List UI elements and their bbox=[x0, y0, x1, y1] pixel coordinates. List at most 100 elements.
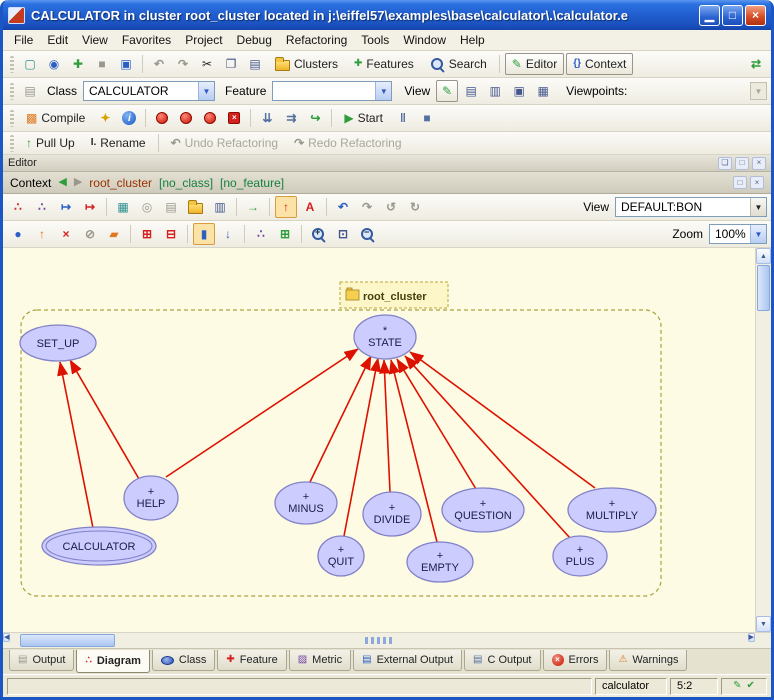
features-button[interactable]: ✚Features bbox=[347, 53, 421, 75]
new-window-button[interactable]: ▢ bbox=[19, 53, 41, 75]
menu-tools[interactable]: Tools bbox=[354, 31, 396, 49]
feature-combobox[interactable]: ▼ bbox=[272, 81, 392, 101]
menu-help[interactable]: Help bbox=[453, 31, 492, 49]
toolbar-grip[interactable] bbox=[10, 110, 14, 127]
diagram-history-forward-button[interactable]: ↻ bbox=[404, 196, 426, 218]
editor-toggle-button[interactable]: ✎Editor bbox=[505, 53, 564, 75]
pane-maximize-button[interactable]: □ bbox=[735, 157, 749, 170]
titlebar[interactable]: CALCULATOR in cluster root_cluster locat… bbox=[3, 0, 771, 30]
open-project-button[interactable]: ◉ bbox=[43, 53, 65, 75]
save-button[interactable]: ■ bbox=[91, 53, 113, 75]
rename-button[interactable]: I.Rename bbox=[84, 132, 153, 154]
menu-debug[interactable]: Debug bbox=[230, 31, 279, 49]
sort-button[interactable]: ↓ bbox=[217, 223, 239, 245]
diagram-go-button[interactable]: → bbox=[242, 196, 264, 218]
debug-stop-button[interactable]: × bbox=[223, 107, 245, 129]
tab-external-output[interactable]: ▤External Output bbox=[353, 650, 462, 671]
debug-run-new-button[interactable] bbox=[175, 107, 197, 129]
redo-button[interactable]: ↷ bbox=[172, 53, 194, 75]
vertical-scrollbar[interactable]: ▲ ▼ bbox=[755, 248, 771, 632]
inheritance-arrow[interactable] bbox=[384, 360, 390, 492]
clusters-button[interactable]: Clusters bbox=[268, 53, 345, 75]
zoom-in-button[interactable]: + bbox=[307, 223, 330, 245]
diagram-view-combobox[interactable]: DEFAULT:BON ▼ bbox=[615, 197, 767, 217]
view-interface-button[interactable]: ▣ bbox=[508, 80, 530, 102]
diagram-canvas[interactable]: SET_UP*STATE+HELPCALCULATOR+MINUS+QUIT+D… bbox=[3, 248, 755, 632]
context-toggle-button[interactable]: {}Context bbox=[566, 53, 633, 75]
scroll-left-button[interactable]: ◀ bbox=[3, 633, 10, 642]
diagram-text-tool[interactable]: A bbox=[299, 196, 321, 218]
class-bubble-question[interactable]: +QUESTION bbox=[442, 488, 524, 532]
relations-button[interactable]: ∴ bbox=[250, 223, 272, 245]
diagram-print-button[interactable]: ▤ bbox=[160, 196, 182, 218]
debug-run-button[interactable] bbox=[151, 107, 173, 129]
menu-view[interactable]: View bbox=[75, 31, 115, 49]
menu-refactoring[interactable]: Refactoring bbox=[279, 31, 354, 49]
menu-favorites[interactable]: Favorites bbox=[115, 31, 178, 49]
delete-button[interactable]: × bbox=[55, 223, 77, 245]
pause-button[interactable]: ‖ bbox=[392, 107, 414, 129]
diagram-redo-button[interactable]: ↷ bbox=[356, 196, 378, 218]
tab-c-output[interactable]: ▤C Output bbox=[464, 650, 540, 671]
class-bubble-plus[interactable]: +PLUS bbox=[553, 536, 607, 576]
vertical-scroll-track[interactable] bbox=[756, 264, 771, 616]
stop-button[interactable]: ■ bbox=[416, 107, 438, 129]
cut-button[interactable]: ✂ bbox=[196, 53, 218, 75]
menu-project[interactable]: Project bbox=[178, 31, 229, 49]
scroll-down-button[interactable]: ▼ bbox=[756, 616, 771, 632]
scroll-up-button[interactable]: ▲ bbox=[756, 248, 771, 264]
undo-refactoring-button[interactable]: ↶Undo Refactoring bbox=[164, 132, 285, 154]
step-over-button[interactable]: ⇉ bbox=[280, 107, 302, 129]
force-layout-button[interactable]: ● bbox=[7, 223, 29, 245]
remove-depth-button[interactable]: ⊟ bbox=[160, 223, 182, 245]
class-bubble-minus[interactable]: +MINUS bbox=[275, 482, 337, 524]
class-bubble-multiply[interactable]: +MULTIPLY bbox=[568, 488, 656, 532]
debug-ignore-button[interactable] bbox=[199, 107, 221, 129]
inheritance-link-tool[interactable]: ↦ bbox=[79, 196, 101, 218]
scroll-right-button[interactable]: ▶ bbox=[748, 633, 755, 642]
chevron-down-icon[interactable]: ▼ bbox=[198, 82, 214, 100]
anchor-button[interactable]: ⊘ bbox=[79, 223, 101, 245]
nav-back-button[interactable]: ◀ bbox=[58, 177, 66, 188]
profile-switch-button[interactable]: ⇄ bbox=[745, 53, 767, 75]
inheritance-arrow[interactable] bbox=[410, 352, 595, 488]
toolbar-grip[interactable] bbox=[10, 83, 14, 100]
chevron-down-icon[interactable]: ▼ bbox=[750, 225, 766, 243]
zoom-out-button[interactable]: − bbox=[356, 223, 379, 245]
view-flatshort-button[interactable]: ▦ bbox=[532, 80, 554, 102]
vertical-scroll-thumb[interactable] bbox=[757, 265, 770, 311]
toolbar-grip[interactable] bbox=[10, 56, 14, 73]
class-bubble-quit[interactable]: +QUIT bbox=[318, 536, 364, 576]
step-out-button[interactable]: ↪ bbox=[304, 107, 326, 129]
pane-float-button[interactable]: ❏ bbox=[718, 157, 732, 170]
chevron-down-icon[interactable]: ▼ bbox=[750, 198, 766, 216]
compile-button[interactable]: ▩Compile bbox=[19, 107, 92, 129]
diagram-up-level-button[interactable]: ↑ bbox=[275, 196, 297, 218]
fit-to-window-button[interactable]: ⊡ bbox=[332, 223, 354, 245]
bon-diagram[interactable]: SET_UP*STATE+HELPCALCULATOR+MINUS+QUIT+D… bbox=[3, 248, 755, 632]
pane-close-button[interactable]: × bbox=[752, 157, 766, 170]
add-item-button[interactable]: ✚ bbox=[67, 53, 89, 75]
menu-window[interactable]: Window bbox=[396, 31, 453, 49]
diagram-folder-button[interactable] bbox=[184, 196, 207, 218]
horizontal-scrollbar[interactable]: ◀ ▶ bbox=[3, 632, 755, 648]
start-button[interactable]: ▶Start bbox=[337, 107, 390, 129]
inheritance-arrow[interactable] bbox=[60, 362, 93, 528]
copy-button[interactable]: ❐ bbox=[220, 53, 242, 75]
inheritance-arrow[interactable] bbox=[166, 349, 358, 477]
diagram-grid-button[interactable]: ▥ bbox=[209, 196, 231, 218]
external-editor-button[interactable]: ▤ bbox=[19, 80, 41, 102]
maximize-button[interactable]: □ bbox=[722, 5, 743, 26]
class-bubble-divide[interactable]: +DIVIDE bbox=[363, 492, 421, 536]
new-class-tool[interactable]: ∴ bbox=[7, 196, 29, 218]
tab-errors[interactable]: ×Errors bbox=[543, 650, 608, 671]
paste-button[interactable]: ▤ bbox=[244, 53, 266, 75]
undo-button[interactable]: ↶ bbox=[148, 53, 170, 75]
pane-close-button[interactable]: × bbox=[750, 176, 764, 189]
client-link-tool[interactable]: ↦ bbox=[55, 196, 77, 218]
save-all-button[interactable]: ▣ bbox=[115, 53, 137, 75]
diagram-undo-button[interactable]: ↶ bbox=[332, 196, 354, 218]
class-bubble-state[interactable]: *STATE bbox=[354, 315, 416, 359]
tab-class[interactable]: Class bbox=[152, 650, 216, 671]
menu-edit[interactable]: Edit bbox=[40, 31, 75, 49]
